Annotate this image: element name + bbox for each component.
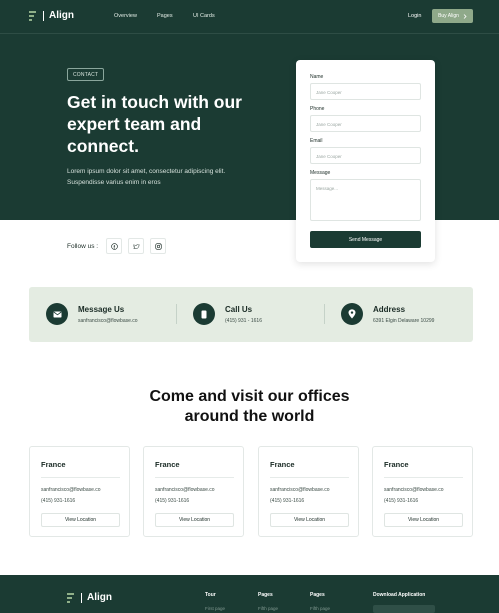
office-country: France: [270, 460, 295, 469]
contact-form: Name Jane Cooper Phone Jane Cooper Email…: [296, 60, 435, 262]
office-country: France: [384, 460, 409, 469]
hero-text: Lorem ipsum dolor sit amet, consectetur …: [67, 168, 226, 186]
office-email[interactable]: sanfrancisco@flowbase.co: [155, 487, 215, 493]
footer-logo-text: Align: [87, 592, 112, 603]
twitter-icon: [133, 243, 140, 249]
contact-badge: CONTACT: [67, 68, 105, 81]
facebook-button[interactable]: [106, 238, 123, 254]
phone-input[interactable]: Jane Cooper: [310, 115, 421, 132]
call-us-item: Call Us (415) 931 - 1616: [193, 303, 262, 325]
chevron-right-icon: [463, 13, 467, 19]
facebook-icon: [110, 242, 118, 250]
view-location-button[interactable]: View Location: [155, 513, 234, 527]
address-title: Address: [373, 304, 406, 314]
strip-divider: [176, 304, 177, 324]
call-us-title: Call Us: [225, 304, 253, 314]
view-location-button[interactable]: View Location: [270, 513, 349, 527]
view-location-button[interactable]: View Location: [41, 513, 120, 527]
social-follow: Follow us :: [67, 238, 167, 254]
message-us-title: Message Us: [78, 304, 125, 314]
view-location-button[interactable]: View Location: [384, 513, 463, 527]
logo-mark-icon: [67, 593, 77, 603]
office-country: France: [155, 460, 180, 469]
footer-link[interactable]: Fifth page: [310, 606, 330, 611]
office-phone: (415) 931-1616: [155, 498, 190, 504]
offices-title-line1: Come and visit our offices: [149, 388, 350, 405]
card-divider: [384, 477, 463, 478]
phone-icon-circle: [193, 303, 215, 325]
office-phone: (415) 931-1616: [270, 498, 305, 504]
email-input[interactable]: Jane Cooper: [310, 147, 421, 164]
phone-icon: [201, 310, 207, 318]
instagram-icon: [154, 242, 162, 250]
offices-title-line2: around the world: [184, 408, 315, 425]
logo-mark-icon: [29, 11, 39, 21]
twitter-button[interactable]: [128, 238, 145, 254]
location-pin-icon: [348, 309, 356, 319]
logo[interactable]: Align: [29, 10, 74, 21]
nav-link-ui-cards[interactable]: UI Cards: [193, 13, 215, 19]
office-email[interactable]: sanfrancisco@flowbase.co: [270, 487, 330, 493]
name-label: Name: [310, 74, 324, 80]
phone-label: Phone: [310, 106, 325, 112]
card-divider: [155, 477, 234, 478]
instagram-button[interactable]: [150, 238, 167, 254]
footer-link[interactable]: First page: [205, 606, 225, 611]
follow-label: Follow us :: [67, 242, 99, 250]
buy-align-button[interactable]: Buy Align: [432, 9, 473, 23]
logo-divider: [43, 10, 44, 21]
footer: Align Tour Pages Pages Download Applicat…: [0, 575, 499, 613]
logo-text: Align: [49, 10, 74, 21]
logo-divider: [81, 592, 82, 603]
office-email[interactable]: sanfrancisco@flowbase.co: [41, 487, 101, 493]
footer-logo[interactable]: Align: [67, 592, 112, 603]
mail-icon-circle: [46, 303, 68, 325]
hero-title: Get in touch with our expert team and co…: [67, 92, 242, 156]
office-phone: (415) 931-1616: [384, 498, 419, 504]
footer-col-tour: Tour: [205, 592, 216, 598]
top-nav: Align Overview Pages UI Cards Login Buy …: [0, 0, 499, 34]
login-link[interactable]: Login: [408, 13, 421, 19]
office-card: France sanfrancisco@flowbase.co (415) 93…: [372, 446, 473, 537]
address-item: Address 6391 Elgin Delaware 10299: [341, 303, 434, 325]
name-input[interactable]: Jane Cooper: [310, 83, 421, 100]
contact-info-strip: Message Us sanfrancisco@flowbase.co Call…: [29, 287, 473, 342]
address-text: 6391 Elgin Delaware 10299: [373, 317, 435, 324]
call-us-phone[interactable]: (415) 931 - 1616: [225, 318, 262, 324]
office-card: France sanfrancisco@flowbase.co (415) 93…: [29, 446, 130, 537]
card-divider: [41, 477, 120, 478]
card-divider: [270, 477, 349, 478]
footer-col-pages: Pages: [310, 592, 325, 598]
footer-link[interactable]: Fifth page: [258, 606, 278, 611]
message-us-item: Message Us sanfrancisco@flowbase.co: [46, 303, 138, 325]
message-us-email[interactable]: sanfrancisco@flowbase.co: [78, 318, 138, 324]
footer-col-download: Download Application: [373, 592, 426, 598]
nav-link-overview[interactable]: Overview: [114, 13, 157, 19]
footer-col-pages: Pages: [258, 592, 273, 598]
offices-title: Come and visit our offices around the wo…: [0, 387, 499, 427]
message-label: Message: [310, 170, 331, 176]
office-country: France: [41, 460, 66, 469]
office-card: France sanfrancisco@flowbase.co (415) 93…: [143, 446, 244, 537]
send-message-button[interactable]: Send Message: [310, 231, 421, 248]
email-label: Email: [310, 138, 323, 144]
location-icon-circle: [341, 303, 363, 325]
message-textarea[interactable]: Message...: [310, 179, 421, 221]
buy-align-label: Buy Align: [438, 13, 459, 19]
office-email[interactable]: sanfrancisco@flowbase.co: [384, 487, 444, 493]
nav-link-pages[interactable]: Pages: [157, 13, 193, 19]
office-phone: (415) 931-1616: [41, 498, 76, 504]
app-download-badge[interactable]: [373, 605, 435, 613]
mail-icon: [53, 311, 61, 317]
office-card: France sanfrancisco@flowbase.co (415) 93…: [258, 446, 359, 537]
strip-divider: [324, 304, 325, 324]
nav-links: Overview Pages UI Cards: [114, 13, 215, 19]
